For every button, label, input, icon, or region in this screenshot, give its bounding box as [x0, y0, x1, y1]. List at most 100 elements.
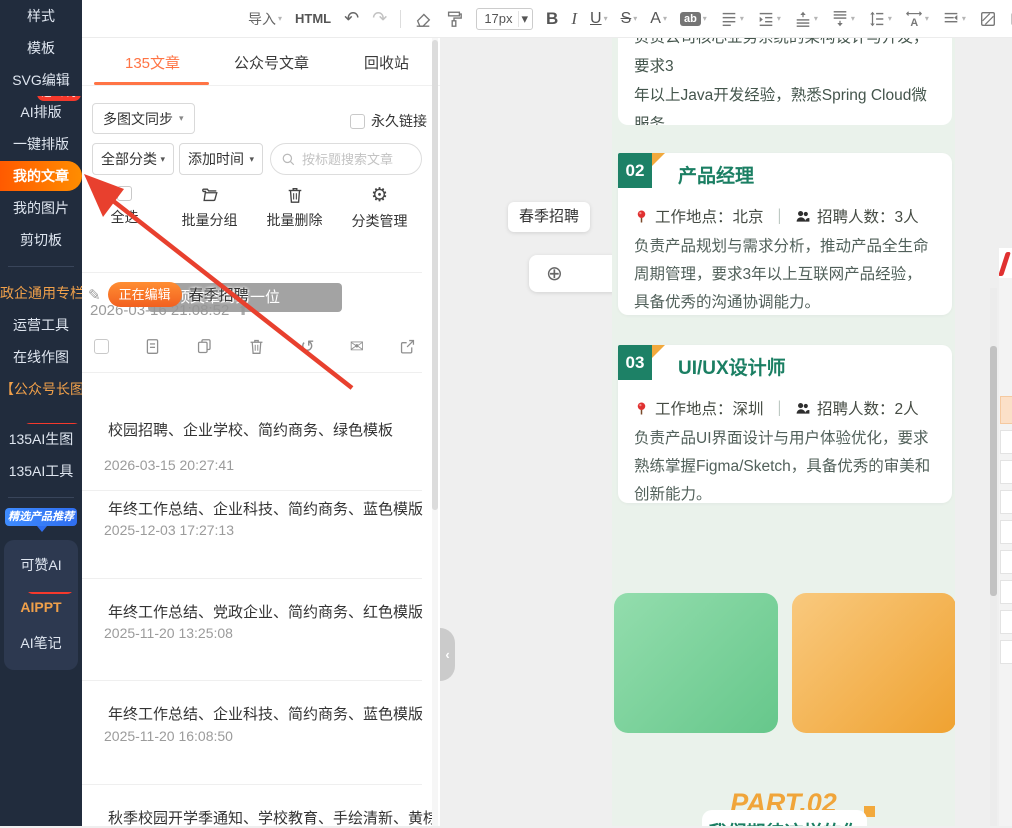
multi-article-sync-button[interactable]: 多图文同步 ▾: [92, 103, 195, 134]
article-title[interactable]: 春季招聘: [189, 284, 249, 305]
clear-format-button[interactable]: [414, 10, 432, 28]
batch-delete-action[interactable]: 批量删除: [252, 186, 337, 238]
sidebar-item-ai-image[interactable]: 免费领次数 135AI生图: [0, 423, 82, 455]
batch-group-action[interactable]: 批量分组: [167, 186, 252, 238]
bg-color-button[interactable]: ab ▾: [679, 11, 707, 26]
chevron-down-icon: ▾: [813, 14, 818, 23]
article-title[interactable]: 年终工作总结、企业科技、简约商务、蓝色模版: [108, 498, 423, 519]
job-card: 03 UI/UX设计师 工作地点：深圳 ｜ 招聘人数：2人 负责产品UI界面设计…: [618, 345, 952, 503]
share-icon[interactable]: [399, 338, 416, 355]
chevron-down-icon: ▾: [179, 113, 184, 123]
add-section-button[interactable]: ⊕: [529, 255, 621, 292]
sidebar-item-ops-tools[interactable]: 运营工具: [0, 309, 82, 341]
style-row[interactable]: [1000, 610, 1012, 634]
panel-collapse-handle[interactable]: ‹: [440, 628, 455, 681]
scrollbar-thumb[interactable]: [432, 40, 438, 510]
line-height-button[interactable]: ▾: [868, 10, 892, 28]
letter-spacing-button[interactable]: ▾: [905, 10, 929, 28]
next-section-heading: 我们期待这样的你: [702, 810, 867, 826]
style-row[interactable]: [1000, 550, 1012, 574]
undo-icon[interactable]: ↶: [344, 8, 359, 29]
tab-135-articles[interactable]: 135文章: [125, 52, 180, 73]
style-row[interactable]: [1000, 460, 1012, 484]
sidebar-item-one-click-layout[interactable]: 一键排版: [0, 128, 82, 160]
sidebar-item-style[interactable]: 样式: [0, 0, 82, 32]
trash-icon[interactable]: [248, 338, 265, 355]
sidebar-item-label: 135AI生图: [8, 431, 74, 447]
space-before-button[interactable]: ▾: [794, 10, 818, 28]
article-row-editing[interactable]: ✎ 正在编辑 春季招聘: [88, 282, 249, 307]
sidebar-item-my-images[interactable]: 我的图片: [0, 192, 82, 224]
font-color-button[interactable]: A ▾: [650, 10, 667, 28]
sidebar-item-ai-tools[interactable]: 135AI工具: [0, 455, 82, 487]
bold-button[interactable]: B: [546, 9, 558, 29]
align-button[interactable]: ▾: [720, 10, 744, 28]
underline-button[interactable]: U ▾: [590, 10, 608, 28]
panel-tabs: 135文章 公众号文章 回收站: [82, 38, 440, 86]
import-label: 导入: [248, 10, 276, 27]
sidebar-item-gov-column[interactable]: 政企通用专栏: [0, 277, 82, 309]
font-size-select[interactable]: 17px ▾: [476, 7, 534, 30]
article-title[interactable]: 校园招聘、企业学校、简约商务、绿色模板: [108, 419, 393, 440]
chevron-down-icon: ▾: [160, 153, 165, 164]
copy-icon[interactable]: [196, 338, 213, 355]
article-title[interactable]: 年终工作总结、党政企业、简约商务、红色模版: [108, 601, 423, 622]
job-card-partial: 负责公司核心业务系统的架构设计与开发，要求3 年以上Java开发经验，熟悉Spr…: [618, 36, 952, 125]
list-divider: [82, 490, 422, 491]
category-manage-action[interactable]: ⚙ 分类管理: [337, 186, 422, 238]
history-icon[interactable]: ↺: [300, 338, 314, 355]
right-scrollbar-thumb[interactable]: [990, 346, 997, 596]
style-row[interactable]: [1000, 640, 1012, 664]
search-input[interactable]: [302, 151, 407, 167]
my-articles-panel: 135文章 公众号文章 回收站 多图文同步 ▾ 永久链接 全部分类 ▾ 添加时间…: [82, 38, 440, 828]
article-floating-tag[interactable]: 春季招聘: [508, 202, 590, 232]
sidebar-item-template[interactable]: 模板: [0, 32, 82, 64]
strikethrough-button[interactable]: S ▾: [621, 10, 638, 28]
select-all-checkbox[interactable]: [117, 186, 132, 201]
location-pin-icon: [637, 209, 646, 223]
article-checkbox[interactable]: [94, 339, 109, 354]
article-title[interactable]: 年终工作总结、企业科技、简约商务、蓝色模版: [108, 703, 423, 724]
tab-recycle-bin[interactable]: 回收站: [364, 52, 409, 73]
right-style-panel-cutoff: [990, 248, 1012, 826]
italic-button[interactable]: I: [571, 9, 577, 29]
time-filter-select[interactable]: 添加时间 ▾: [179, 143, 263, 175]
text-indent-button[interactable]: ▾: [942, 10, 966, 28]
space-after-button[interactable]: ▾: [831, 10, 855, 28]
sidebar-item-my-articles[interactable]: 我的文章: [0, 161, 82, 191]
edit-pencil-icon[interactable]: ✎: [88, 286, 101, 304]
article-preview-page[interactable]: 负责公司核心业务系统的架构设计与开发，要求3 年以上Java开发经验，熟悉Spr…: [612, 36, 955, 826]
style-row-highlighted[interactable]: [1000, 396, 1012, 424]
sidebar-item-long-image[interactable]: 【公众号长图】: [0, 373, 82, 405]
chevron-down-icon: ▾: [603, 14, 608, 23]
sidebar-item-svg-edit[interactable]: SVG编辑: [0, 64, 82, 96]
style-row[interactable]: [1000, 580, 1012, 604]
permalink-checkbox[interactable]: [350, 113, 365, 129]
tab-wechat-articles[interactable]: 公众号文章: [234, 52, 309, 73]
eraser-icon: [416, 13, 431, 27]
select-all-action[interactable]: 全选: [82, 186, 167, 238]
html-button[interactable]: HTML: [295, 11, 331, 26]
border-frame-button[interactable]: [979, 10, 997, 28]
format-painter-button[interactable]: [445, 10, 463, 28]
sidebar-item-aippt[interactable]: 开题报告 AIPPT: [4, 592, 78, 622]
envelope-icon[interactable]: ✉: [350, 338, 364, 355]
toolbar-divider: [400, 9, 402, 28]
document-icon[interactable]: [144, 338, 161, 355]
style-row[interactable]: [1000, 430, 1012, 454]
category-manage-label: 分类管理: [351, 213, 408, 229]
sidebar-item-online-draw[interactable]: 在线作图: [0, 341, 82, 373]
right-scrollbar[interactable]: [990, 288, 997, 826]
redo-icon[interactable]: ↷: [372, 8, 387, 29]
style-row[interactable]: [1000, 520, 1012, 544]
sidebar-item-ai-note[interactable]: AI笔记: [4, 628, 78, 658]
category-filter-select[interactable]: 全部分类 ▾: [92, 143, 174, 175]
article-title[interactable]: 秋季校园开学季通知、学校教育、手绘清新、黄棕: [108, 807, 438, 828]
sidebar-item-kezan-ai[interactable]: 可赞AI: [4, 550, 78, 580]
import-button[interactable]: 导入 ▾: [248, 9, 282, 29]
panel-scrollbar[interactable]: [432, 38, 438, 826]
indent-button[interactable]: ▾: [757, 10, 781, 28]
sidebar-item-clipboard[interactable]: 剪切板: [0, 224, 82, 256]
sidebar-item-ai-layout[interactable]: 送6个月 AI排版: [0, 96, 82, 128]
style-row[interactable]: [1000, 490, 1012, 514]
